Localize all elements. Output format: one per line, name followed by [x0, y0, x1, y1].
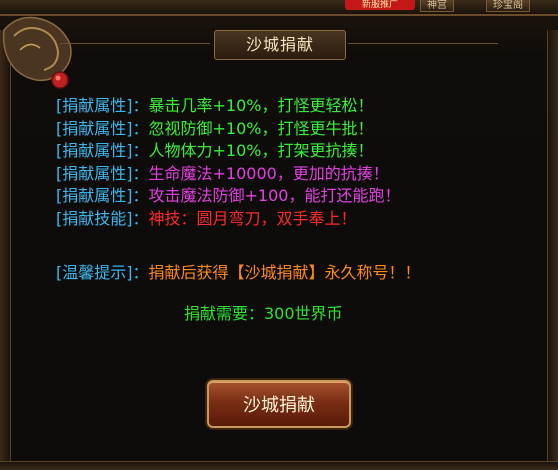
dialog-title: 沙城捐献 [214, 30, 346, 60]
attribute-row: [捐献属性]：忽视防御+10%，打怪更牛批！ [56, 118, 536, 141]
attribute-label: [捐献属性]： [56, 141, 149, 160]
attribute-row: [捐献属性]：人物体力+10%，打架更抗揍！ [56, 140, 536, 163]
attribute-label: [捐献属性]： [56, 186, 149, 205]
frame-right [547, 30, 558, 470]
dragon-ornament-icon [2, 16, 72, 89]
attribute-label: [捐献属性]： [56, 96, 149, 115]
donate-button[interactable]: 沙城捐献 [207, 380, 351, 428]
attribute-list: [捐献属性]：暴击几率+10%，打怪更轻松！ [捐献属性]：忽视防御+10%，打… [56, 95, 536, 230]
tab-shengong[interactable]: 神宫 [420, 0, 454, 12]
title-divider-right [348, 43, 498, 44]
title-divider-left [60, 43, 210, 44]
attribute-text: 生命魔法+10000，更加的抗揍！ [148, 163, 389, 183]
tip-line: [温馨提示]：捐献后获得【沙城捐献】永久称号！！ [56, 259, 421, 283]
attribute-text: 暴击几率+10%，打怪更轻松！ [148, 96, 374, 115]
frame-left [0, 30, 11, 470]
attribute-text: 人物体力+10%，打架更抗揍！ [148, 141, 374, 160]
attribute-text: 忽视防御+10%，打怪更牛批！ [148, 118, 374, 138]
skill-label: [捐献技能]： [56, 208, 149, 228]
new-server-badge[interactable]: 新服推广 [345, 0, 415, 10]
skill-text: 神技：圆月弯刀，双手奉上！ [148, 208, 357, 228]
frame-bottom [0, 461, 558, 470]
attribute-label: [捐献属性]： [56, 163, 149, 183]
attribute-row: [捐献属性]：生命魔法+10000，更加的抗揍！ [56, 163, 536, 186]
donation-requirement: 捐献需要：300世界币 [184, 304, 343, 323]
tip-text: 捐献后获得【沙城捐献】永久称号！！ [148, 263, 421, 282]
tab-zhenbaoge[interactable]: 珍宝阁 [486, 0, 530, 12]
tip-label: [温馨提示]： [56, 263, 149, 282]
attribute-row: [捐献属性]：攻击魔法防御+100，能打还能跑！ [56, 185, 536, 208]
top-bar [0, 0, 558, 14]
attribute-text: 攻击魔法防御+100，能打还能跑！ [148, 186, 401, 205]
skill-row: [捐献技能]：神技：圆月弯刀，双手奉上！ [56, 208, 536, 231]
attribute-row: [捐献属性]：暴击几率+10%，打怪更轻松！ [56, 95, 536, 118]
attribute-label: [捐献属性]： [56, 118, 149, 138]
